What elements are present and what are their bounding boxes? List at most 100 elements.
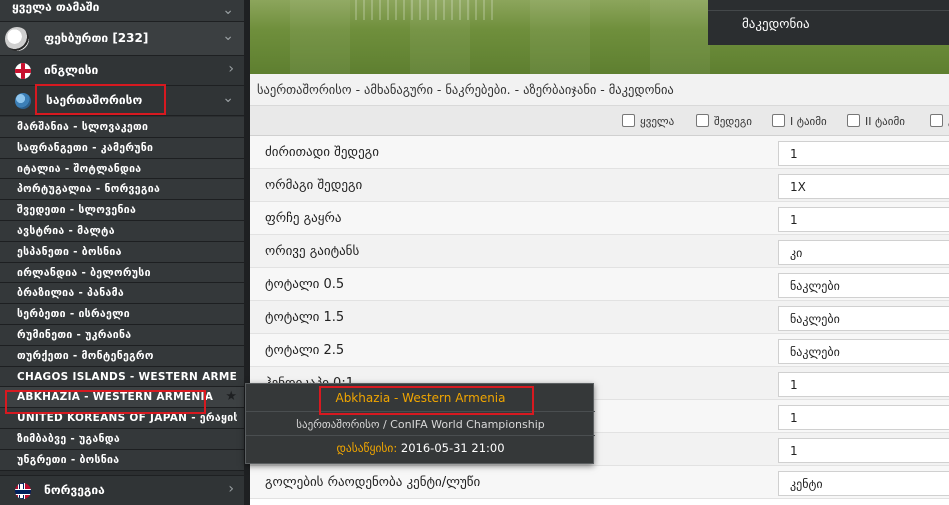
star-icon[interactable]: ★	[225, 389, 237, 404]
goal-net	[355, 0, 495, 20]
england-flag-icon	[15, 63, 31, 79]
checkbox[interactable]	[930, 114, 943, 127]
table-row: ძირითადი შედეგი 1	[250, 136, 949, 169]
checkbox[interactable]	[772, 114, 785, 127]
market-select[interactable]: 1	[778, 405, 949, 430]
checkbox[interactable]	[622, 114, 635, 127]
match-label: რუმინეთი - უკრაინა	[17, 328, 132, 341]
match-label: თურქეთი - მონტენეგრო	[17, 349, 154, 362]
filter-more[interactable]: გ	[930, 114, 949, 128]
match-label: პორტუგალია - ნორვეგია	[17, 183, 161, 196]
list-item[interactable]: პორტუგალია - ნორვეგია	[0, 179, 244, 201]
tooltip-competition: საერთაშორისო / ConIFA World Championship	[296, 418, 545, 431]
tooltip-date-value: 2016-05-31 21:00	[400, 441, 505, 455]
filter-result[interactable]: შედეგი	[696, 114, 752, 128]
match-label: იტალია - შოტლანდია	[17, 162, 142, 175]
market-select[interactable]: კენტი	[778, 471, 949, 496]
match-label: ზიმბაბვე - უგანდა	[17, 432, 120, 445]
checkbox[interactable]	[847, 114, 860, 127]
tooltip-date: დასაწყისი: 2016-05-31 21:00	[246, 441, 595, 455]
market-select[interactable]: 1X	[778, 174, 949, 199]
list-item[interactable]: იტალია - შოტლანდია	[0, 158, 244, 180]
list-item[interactable]: ესპანეთი - ბოსნია	[0, 241, 244, 263]
list-item[interactable]: რუმინეთი - უკრაინა	[0, 324, 244, 346]
highlight-box-international	[35, 84, 166, 115]
market-select[interactable]: ნაკლები	[778, 273, 949, 298]
filter-first-half[interactable]: I ტაიმი	[772, 114, 827, 128]
list-item[interactable]: CHAGOS ISLANDS - WESTERN ARMENIA	[0, 366, 244, 388]
market-label: ტოტალი 2.5	[265, 343, 345, 358]
chevron-right-icon: ›	[228, 481, 234, 497]
market-select[interactable]: ნაკლები	[778, 306, 949, 331]
table-row: ტოტალი 0.5 ნაკლები	[250, 268, 949, 301]
table-row: გოლების რაოდენობა კენტი/ლუწი კენტი	[250, 466, 949, 499]
match-label: ირლანდია - ბელორუსი	[17, 266, 151, 279]
filter-all[interactable]: ყველა	[622, 114, 674, 128]
match-label: მარშანია - სლოვაკეთი	[17, 121, 149, 133]
market-select[interactable]: ნაკლები	[778, 339, 949, 364]
market-select[interactable]: 1	[778, 438, 949, 463]
filter-label: II ტაიმი	[865, 115, 905, 128]
filter-label: შედეგი	[714, 115, 752, 128]
country-label: ინგლისი	[44, 63, 99, 77]
table-row: ორივე გაიტანს კი	[250, 235, 949, 268]
market-label: გოლების რაოდენობა კენტი/ლუწი	[265, 475, 481, 490]
list-item[interactable]: შვედეთი - სლოვენია	[0, 200, 244, 221]
match-label: სერბეთი - ისრაელი	[17, 308, 130, 321]
filter-label: I ტაიმი	[790, 115, 827, 128]
list-item[interactable]: უნგრეთი - ბოსნია	[0, 449, 244, 471]
match-label: საფრანგეთი - კამერუნი	[17, 141, 154, 154]
list-item[interactable]: სერბეთი - ისრაელი	[0, 304, 244, 325]
list-item[interactable]: ავსტრია - მალტა	[0, 220, 244, 242]
chevron-down-icon: ⌄	[222, 90, 234, 106]
sport-football-row[interactable]: ფეხბურთი [232] ⌄	[0, 22, 244, 56]
breadcrumb: საერთაშორისო - ამხანაგური - ნაკრებები. -…	[250, 74, 949, 106]
match-label: ავსტრია - მალტა	[17, 224, 115, 237]
all-games-label: ყველა თამაში	[12, 0, 100, 14]
market-select[interactable]: 1	[778, 141, 949, 166]
market-label: ტოტალი 1.5	[265, 310, 345, 325]
filter-bar: ყველა შედეგი I ტაიმი II ტაიმი გ	[250, 106, 949, 136]
market-select[interactable]: 1	[778, 207, 949, 232]
list-item[interactable]: ზიმბაბვე - უგანდა	[0, 428, 244, 450]
match-list: მარშანია - სლოვაკეთი საფრანგეთი - კამერუ…	[0, 117, 244, 471]
globe-icon	[15, 93, 31, 109]
match-label: CHAGOS ISLANDS - WESTERN ARMENIA	[17, 370, 237, 383]
match-dropdown[interactable]: მაკედონია	[708, 0, 949, 45]
market-label: ორმაგი შედეგი	[265, 178, 363, 193]
match-label: უნგრეთი - ბოსნია	[17, 453, 120, 466]
table-row: ტოტალი 1.5 ნაკლები	[250, 301, 949, 334]
checkbox[interactable]	[696, 114, 709, 127]
country-england-row[interactable]: ინგლისი ›	[0, 56, 244, 86]
list-item[interactable]: ბრაზილია - პანამა	[0, 283, 244, 305]
market-select[interactable]: კი	[778, 240, 949, 265]
highlight-box-match	[5, 390, 206, 414]
all-games-row[interactable]: ყველა თამაში ⌄	[0, 0, 244, 22]
match-label: ბრაზილია - პანამა	[17, 287, 125, 300]
sport-label: ფეხბურთი [232]	[44, 31, 149, 45]
table-row: ტოტალი 2.5 ნაკლები	[250, 334, 949, 367]
chevron-down-icon: ⌄	[222, 2, 234, 18]
market-label: ძირითადი შედეგი	[265, 145, 379, 160]
list-item[interactable]: ირლანდია - ბელორუსი	[0, 262, 244, 284]
chevron-right-icon: ›	[228, 61, 234, 77]
football-icon	[5, 27, 29, 51]
market-label: ორივე გაიტანს	[265, 244, 360, 259]
list-item[interactable]: მარშანია - სლოვაკეთი	[0, 117, 244, 138]
filter-second-half[interactable]: II ტაიმი	[847, 114, 905, 128]
chevron-down-icon: ⌄	[222, 28, 234, 44]
list-item[interactable]: საფრანგეთი - კამერუნი	[0, 137, 244, 159]
country-norway-row[interactable]: ნორვეგია ›	[0, 475, 244, 505]
country-label: ნორვეგია	[44, 483, 105, 497]
highlight-box-tooltip	[319, 386, 534, 415]
sidebar: ყველა თამაში ⌄ ფეხბურთი [232] ⌄ ინგლისი …	[0, 0, 244, 505]
market-label: ფრჩე გაყრა	[265, 211, 342, 226]
match-label: შვედეთი - სლოვენია	[17, 204, 137, 217]
tooltip-date-label: დასაწყისი:	[336, 441, 398, 455]
list-item[interactable]: თურქეთი - მონტენეგრო	[0, 345, 244, 367]
dropdown-item[interactable]: მაკედონია	[742, 17, 810, 32]
table-row: ფრჩე გაყრა 1	[250, 202, 949, 235]
norway-flag-icon	[15, 483, 31, 499]
filter-label: ყველა	[640, 115, 675, 128]
market-select[interactable]: 1	[778, 372, 949, 397]
